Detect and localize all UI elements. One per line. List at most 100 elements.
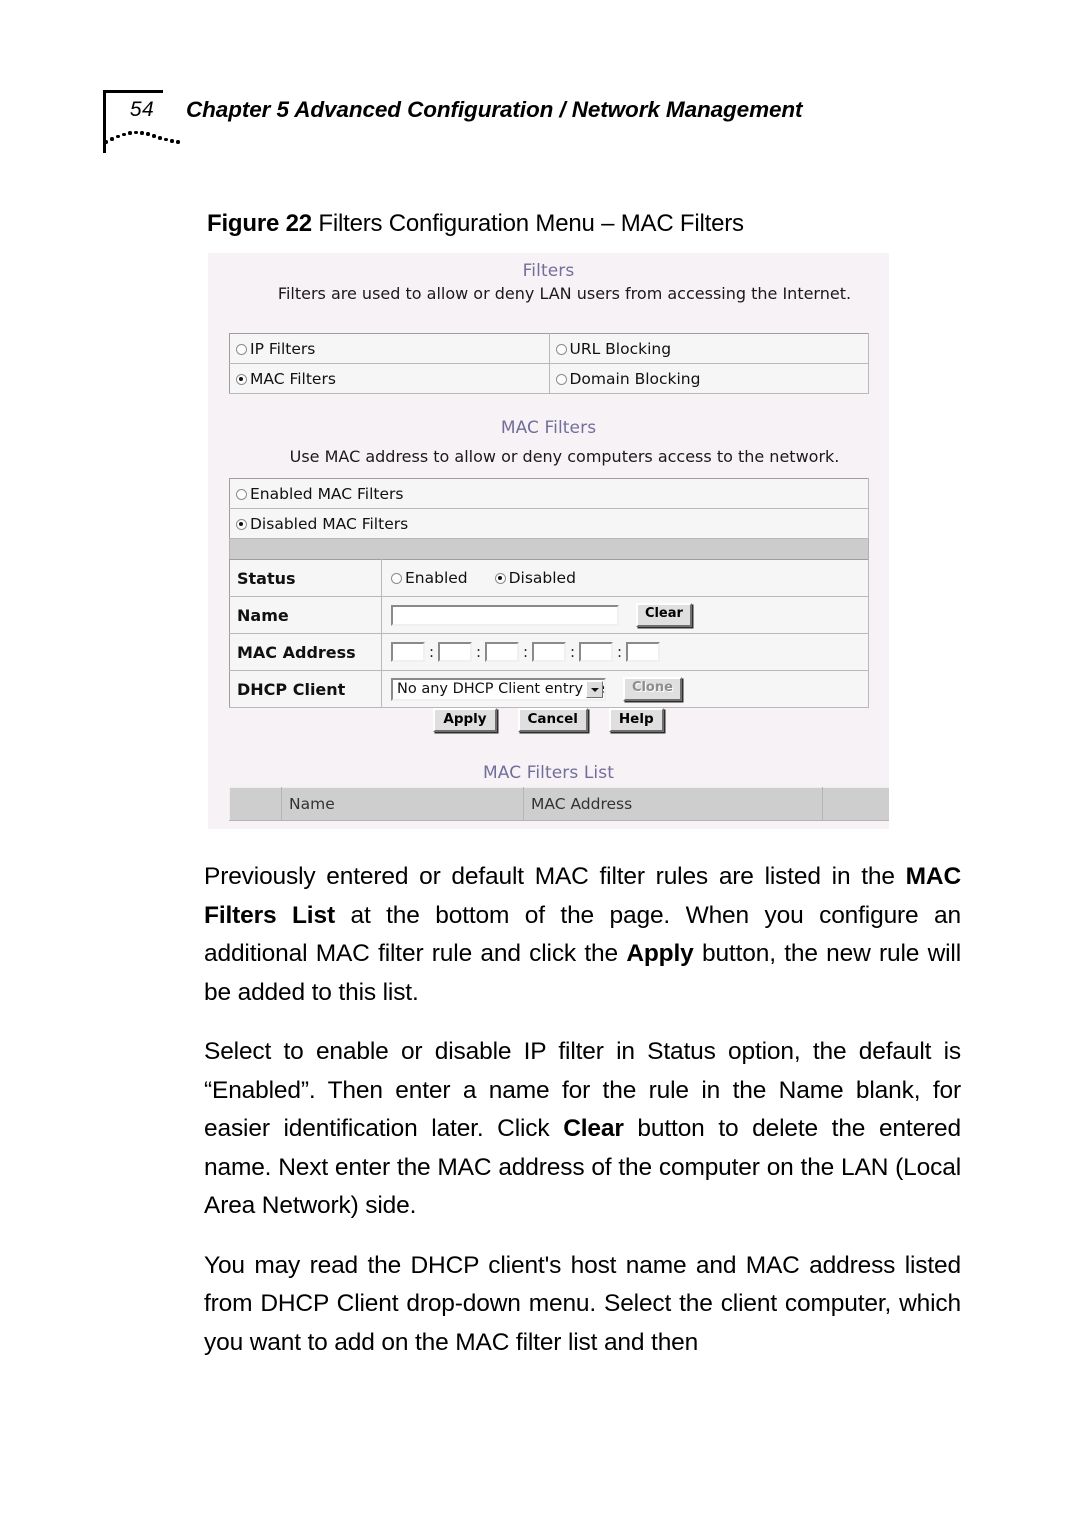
- mac-separator: :: [475, 643, 482, 661]
- mac-separator: :: [616, 643, 623, 661]
- filter-mode-ip-filters[interactable]: IP Filters: [229, 333, 550, 364]
- list-column-name: Name: [281, 787, 524, 821]
- filter-mode-table: IP Filters URL Blocking MAC Filters Doma…: [229, 333, 869, 394]
- dhcp-client-value-cell: No any DHCP Client entry yet Clone: [381, 670, 869, 708]
- radio-icon[interactable]: [555, 343, 567, 355]
- page-header: 54 Chapter 5 Advanced Configuration / Ne…: [0, 0, 1080, 170]
- mac-separator: :: [428, 643, 435, 661]
- clear-button[interactable]: Clear: [635, 603, 692, 627]
- dot: [140, 131, 144, 135]
- option-label: Enabled MAC Filters: [250, 484, 404, 503]
- table-row: Disabled MAC Filters: [229, 508, 869, 539]
- cancel-button[interactable]: Cancel: [517, 708, 588, 732]
- dot: [176, 140, 180, 144]
- filter-mode-domain-blocking[interactable]: Domain Blocking: [548, 363, 869, 394]
- mac-octet-6[interactable]: [626, 642, 660, 662]
- name-input[interactable]: [391, 604, 619, 626]
- emphasis-run: Clear: [563, 1115, 624, 1142]
- mac-filters-description: Use MAC address to allow or deny compute…: [289, 447, 840, 466]
- mac-mode-enabled[interactable]: Enabled MAC Filters: [229, 478, 869, 509]
- mac-filter-form-table: Status Enabled Disabled Name Clear MAC A…: [229, 559, 869, 708]
- header-dot-flourish: [104, 126, 180, 148]
- emphasis-run: Apply: [626, 940, 694, 967]
- status-value-cell: Enabled Disabled: [381, 559, 869, 597]
- mac-octet-2[interactable]: [438, 642, 472, 662]
- mac-separator: :: [522, 643, 529, 661]
- paragraph-3: You may read the DHCP client's host name…: [204, 1247, 961, 1363]
- radio-icon[interactable]: [391, 573, 402, 584]
- paragraph-1: Previously entered or default MAC filter…: [204, 858, 961, 1012]
- status-option-disabled[interactable]: Disabled: [494, 569, 576, 587]
- dot: [110, 137, 114, 141]
- list-column-blank-right: [822, 787, 889, 821]
- dot: [170, 139, 174, 143]
- dhcp-client-label: DHCP Client: [229, 670, 382, 708]
- dot: [134, 130, 138, 135]
- mac-filters-list-table: Name MAC Address: [229, 787, 889, 821]
- mac-octet-3[interactable]: [485, 642, 519, 662]
- table-row: Enabled MAC Filters: [229, 478, 869, 509]
- apply-button[interactable]: Apply: [433, 708, 497, 732]
- radio-icon-selected[interactable]: [236, 518, 247, 530]
- mac-address-value-cell: :::::: [381, 633, 869, 671]
- table-row-mac-address: MAC Address :::::: [229, 633, 869, 671]
- mac-octet-1[interactable]: [391, 642, 425, 662]
- figure-title: Filters Configuration Menu – MAC Filters: [311, 210, 744, 237]
- header-rule-top: [103, 90, 163, 93]
- help-button[interactable]: Help: [608, 708, 664, 732]
- text-run: You may read the DHCP client's host name…: [204, 1251, 961, 1356]
- mac-mode-disabled[interactable]: Disabled MAC Filters: [229, 508, 869, 539]
- filter-mode-url-blocking[interactable]: URL Blocking: [548, 333, 869, 364]
- figure-caption: Figure 22 Filters Configuration Menu – M…: [207, 210, 744, 238]
- radio-icon[interactable]: [236, 488, 247, 500]
- chapter-title: Chapter 5 Advanced Configuration / Netwo…: [186, 97, 803, 122]
- option-label: Enabled: [405, 569, 468, 587]
- option-label: IP Filters: [250, 339, 316, 358]
- option-label: URL Blocking: [569, 339, 672, 358]
- chevron-down-icon[interactable]: [586, 680, 603, 698]
- filters-description: Filters are used to allow or deny LAN us…: [277, 284, 852, 303]
- paragraph-2: Select to enable or disable IP filter in…: [204, 1033, 961, 1226]
- status-option-enabled[interactable]: Enabled: [391, 569, 473, 587]
- table-row: MAC Filters Domain Blocking: [229, 363, 869, 394]
- radio-icon-selected[interactable]: [494, 573, 506, 584]
- mac-separator: :: [569, 643, 576, 661]
- dot: [146, 132, 150, 136]
- mac-filters-list-heading: MAC Filters List: [483, 763, 614, 783]
- dot: [158, 136, 162, 140]
- list-column-blank-left: [229, 787, 282, 821]
- dhcp-client-select[interactable]: No any DHCP Client entry yet: [391, 677, 606, 701]
- form-action-buttons: Apply Cancel Help: [208, 708, 889, 732]
- figure-label: Figure 22: [207, 210, 312, 237]
- option-label: MAC Filters: [250, 369, 336, 388]
- list-column-mac-address: MAC Address: [523, 787, 823, 821]
- page-number: 54: [129, 98, 155, 121]
- filter-mode-mac-filters[interactable]: MAC Filters: [229, 363, 550, 394]
- name-value-cell: Clear: [381, 596, 869, 634]
- option-label: Disabled: [508, 569, 576, 587]
- table-row-dhcp-client: DHCP Client No any DHCP Client entry yet…: [229, 670, 869, 708]
- dot: [164, 137, 168, 142]
- dot: [116, 134, 120, 138]
- table-header-row: Name MAC Address: [229, 787, 889, 821]
- radio-icon-selected[interactable]: [236, 373, 247, 385]
- dot: [152, 134, 156, 138]
- dot: [104, 140, 108, 144]
- mac-octet-4[interactable]: [532, 642, 566, 662]
- radio-icon[interactable]: [555, 373, 567, 385]
- clone-button[interactable]: Clone: [622, 677, 682, 701]
- status-label: Status: [229, 559, 382, 597]
- option-label: Disabled MAC Filters: [250, 514, 409, 533]
- filters-heading: Filters: [522, 261, 575, 281]
- mac-octet-5[interactable]: [579, 642, 613, 662]
- name-label: Name: [229, 596, 382, 634]
- text-run: Previously entered or default MAC filter…: [204, 863, 906, 890]
- table-row: IP Filters URL Blocking: [229, 333, 869, 364]
- body-copy: Previously entered or default MAC filter…: [204, 858, 961, 1362]
- dhcp-client-selected-value: No any DHCP Client entry yet: [397, 680, 606, 697]
- radio-icon[interactable]: [236, 343, 247, 355]
- router-ui-screenshot: Filters Filters are used to allow or den…: [208, 253, 889, 829]
- dot: [128, 131, 132, 135]
- table-row-status: Status Enabled Disabled: [229, 559, 869, 597]
- mac-filter-mode-table: Enabled MAC Filters Disabled MAC Filters: [229, 478, 869, 564]
